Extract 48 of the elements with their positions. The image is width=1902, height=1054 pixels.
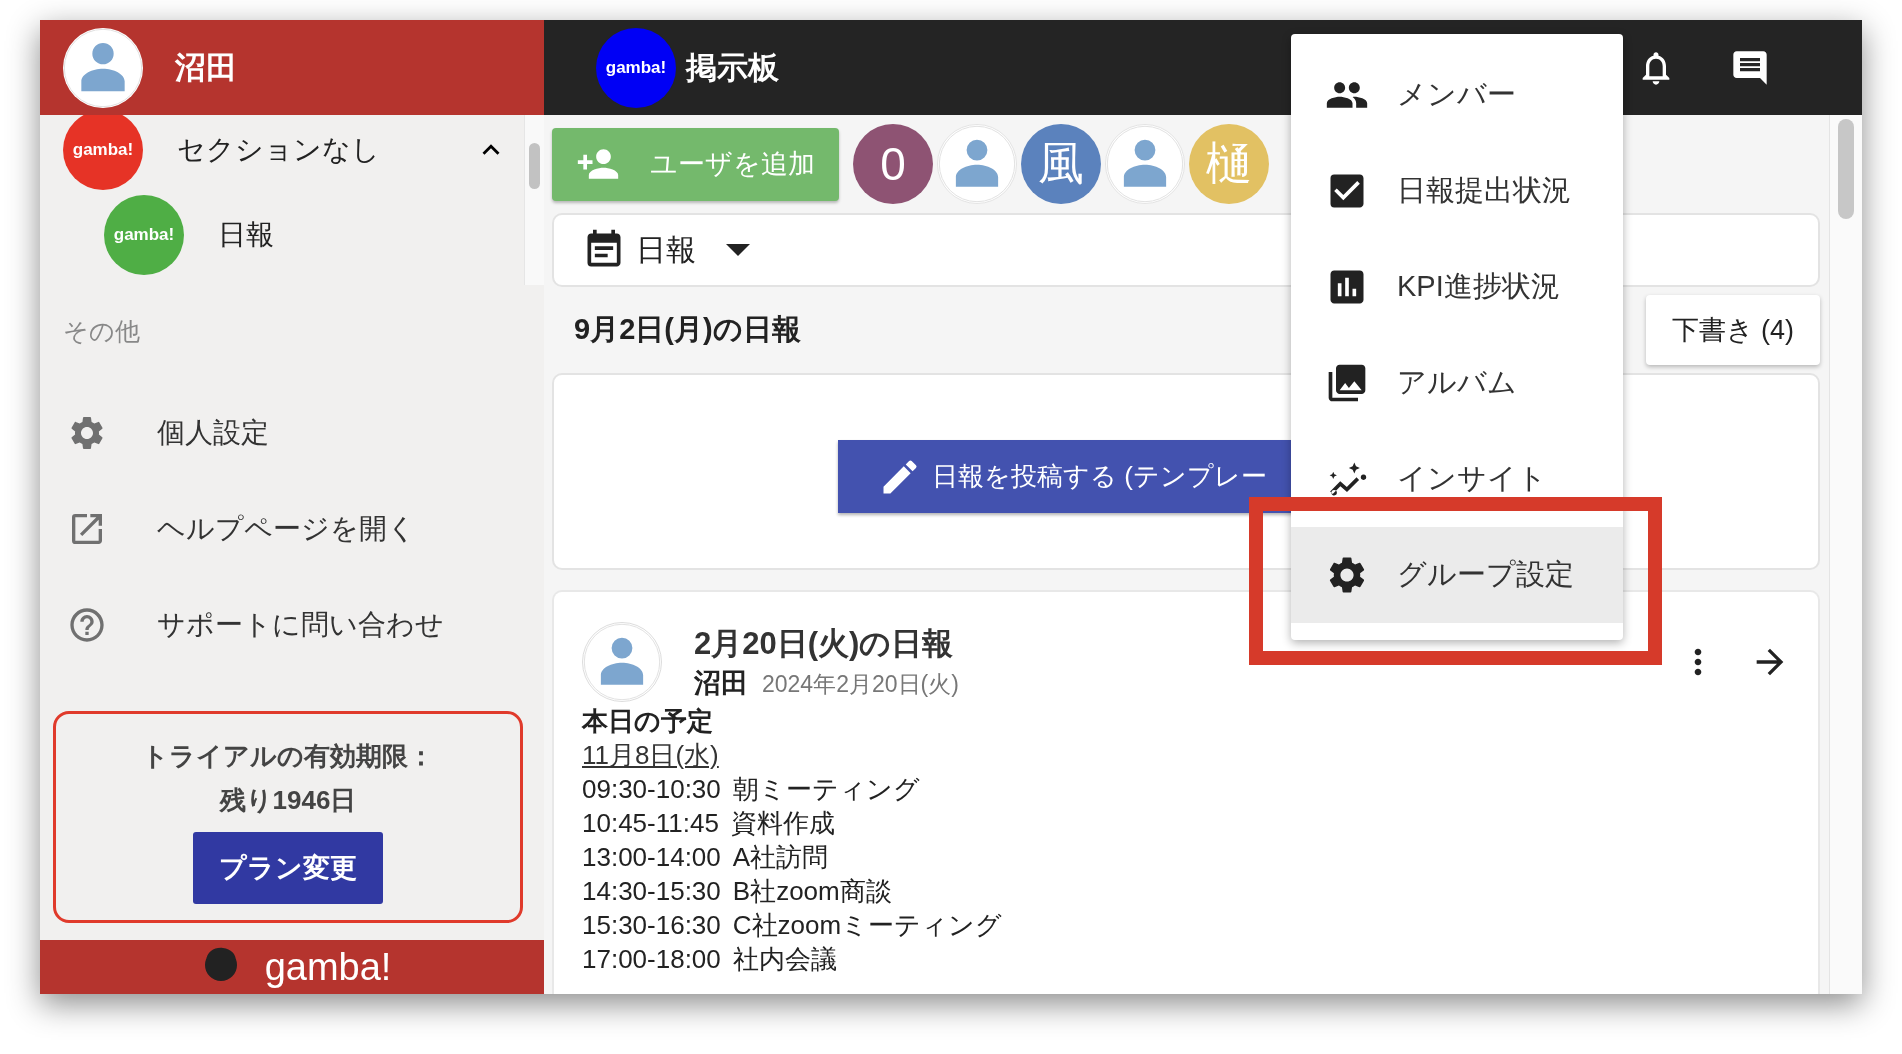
report-date: 2024年2月20日(火) <box>762 670 959 699</box>
member-avatar[interactable]: 0 <box>853 124 933 204</box>
change-plan-button[interactable]: プラン変更 <box>193 832 383 904</box>
trial-text: トライアルの有効期限： <box>142 740 434 773</box>
menu-item[interactable]: KPI進捗状況 <box>1291 239 1623 335</box>
menu-item[interactable]: アルバム <box>1291 335 1623 431</box>
menu-item[interactable]: 日報提出状況 <box>1291 143 1623 239</box>
author-name: 沼田 <box>694 667 748 700</box>
schedule-text: B社zoom商談 <box>732 875 892 908</box>
schedule-text: 社内会議 <box>732 943 837 976</box>
user-name: 沼田 <box>175 48 237 87</box>
help-icon <box>67 605 107 645</box>
scrollbar[interactable] <box>524 115 544 285</box>
board-title: 掲示板 <box>686 48 779 87</box>
schedule-text: 資料作成 <box>730 807 835 840</box>
schedule-time: 13:00-14:00 <box>582 841 721 874</box>
menu-item[interactable]: グループ設定 <box>1291 527 1623 623</box>
section-heading: その他 <box>62 316 141 347</box>
drafts-button[interactable]: 下書き (4) <box>1645 295 1820 365</box>
schedule-time: 14:30-15:30 <box>582 875 721 908</box>
day-title: 9月2日(月)の日報 <box>574 312 802 347</box>
schedule-time: 10:45-11:45 <box>582 807 719 840</box>
section-child-item[interactable]: gamba! 日報 <box>40 193 524 277</box>
scrollbar[interactable] <box>1829 115 1862 994</box>
sidebar-link[interactable]: サポートに問い合わせ <box>40 577 544 673</box>
board-logo: gamba! <box>104 195 184 275</box>
schedule-time: 17:00-18:00 <box>582 943 721 976</box>
schedule-time: 09:30-10:30 <box>582 773 721 806</box>
date-link[interactable]: 11月8日(水) <box>582 740 719 770</box>
brand-name: gamba! <box>264 945 392 989</box>
report-title: 2月20日(火)の日報 <box>694 625 955 663</box>
report-heading: 本日の予定 <box>582 705 714 738</box>
schedule-text: 朝ミーティング <box>732 773 920 806</box>
section-item[interactable]: gamba! セクションなし <box>40 115 524 193</box>
member-avatar[interactable]: 風 <box>1021 124 1101 204</box>
board-label: 日報 <box>218 218 275 252</box>
sidebar-link[interactable]: ヘルプページを開く <box>40 481 544 577</box>
board-logo: gamba! <box>596 27 676 108</box>
schedule-time: 15:30-16:30 <box>582 909 721 942</box>
trial-text: 残り1946日 <box>219 784 357 817</box>
board-type-select[interactable]: 日報 <box>582 228 750 272</box>
schedule-text: A社訪問 <box>732 841 829 874</box>
caret-icon <box>726 244 750 256</box>
section-logo: gamba! <box>63 115 143 190</box>
sidebar-link[interactable]: 個人設定 <box>40 385 544 481</box>
section-label: セクションなし <box>177 133 381 167</box>
schedule-text: C社zoomミーティング <box>732 909 1003 942</box>
menu-item[interactable]: メンバー <box>1291 47 1623 143</box>
